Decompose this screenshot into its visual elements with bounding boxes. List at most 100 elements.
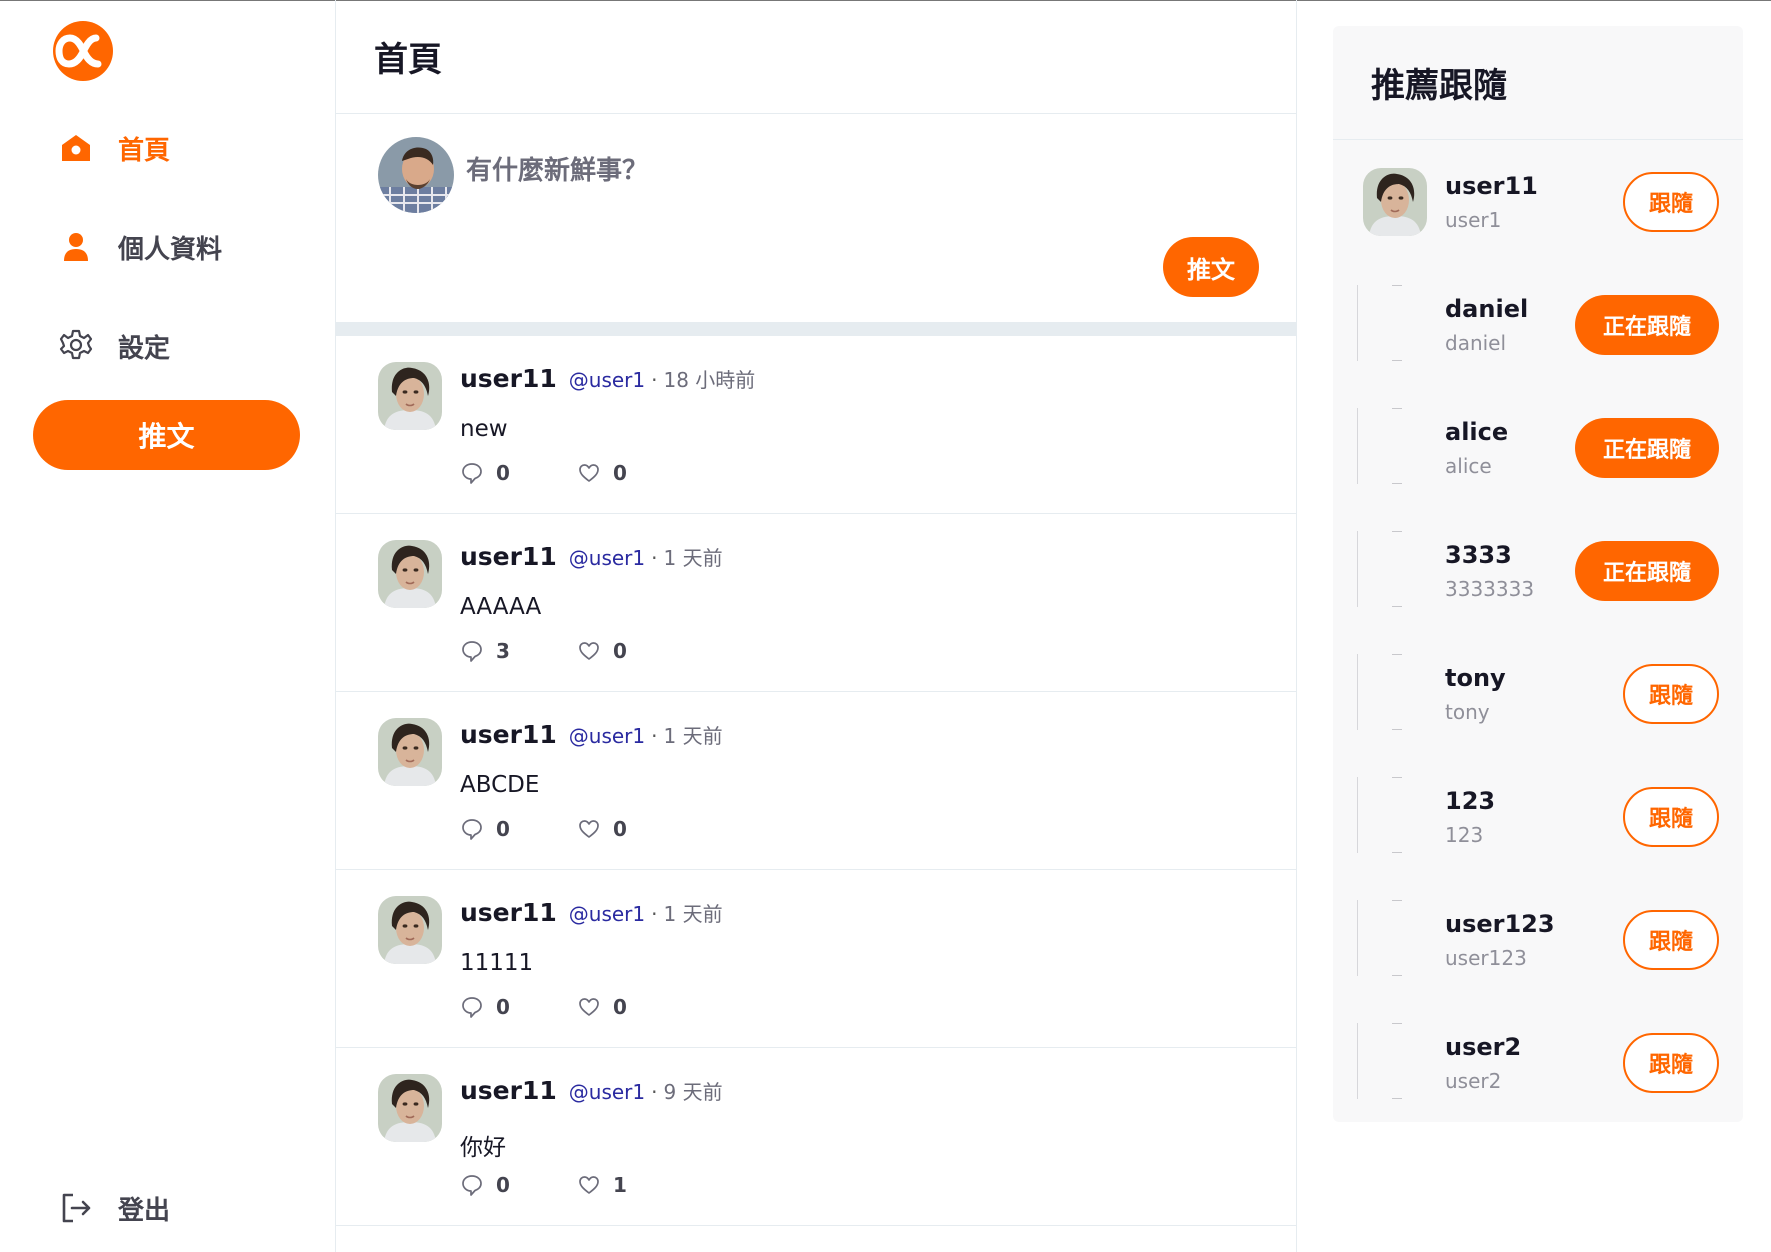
alpha-logo-icon[interactable] (50, 18, 116, 84)
avatar[interactable] (378, 137, 454, 213)
avatar[interactable] (378, 896, 442, 964)
reply-button[interactable]: 0 (460, 995, 577, 1019)
avatar-placeholder[interactable] (1357, 900, 1421, 976)
like-count: 0 (613, 639, 627, 663)
heart-icon (579, 1176, 599, 1194)
suggested-user-handle: user2 (1445, 1069, 1502, 1093)
separator-dot: · (651, 546, 658, 570)
comment-icon (462, 997, 482, 1018)
follow-button[interactable]: 跟隨 (1623, 664, 1719, 724)
reply-button[interactable]: 3 (460, 639, 577, 663)
follow-button[interactable]: 跟隨 (1623, 172, 1719, 232)
like-button[interactable]: 0 (577, 639, 694, 663)
like-count: 1 (613, 1173, 627, 1197)
tweet-author-handle[interactable]: @user1 (569, 902, 645, 926)
heart-icon (579, 464, 599, 482)
tweet-header: user11 @user1 · 1 天前 (460, 720, 723, 749)
tweet-author-name[interactable]: user11 (460, 542, 557, 571)
suggestions-title: 推薦跟隨 (1371, 66, 1507, 106)
tweet-author-handle[interactable]: @user1 (569, 368, 645, 392)
tweet-author-handle[interactable]: @user1 (569, 1080, 645, 1104)
suggested-user-name[interactable]: daniel (1445, 295, 1528, 323)
heart-icon (579, 998, 599, 1016)
sidebar-item-label: 個人資料 (118, 234, 223, 265)
reply-button[interactable]: 0 (460, 1173, 577, 1197)
suggested-user-handle: user1 (1445, 208, 1502, 232)
suggested-user-name[interactable]: tony (1445, 664, 1506, 692)
follow-button[interactable]: 跟隨 (1623, 910, 1719, 970)
tweet-list: user11 @user1 · 18 小時前 new 0 0 user11 @user1 · 1 天… (336, 336, 1296, 1226)
tweet-actions: 00 (460, 995, 694, 1019)
tweet-author-name[interactable]: user11 (460, 720, 557, 749)
tweet-actions: 01 (460, 1173, 694, 1197)
reply-count: 0 (496, 1173, 510, 1197)
comment-icon (462, 819, 482, 840)
following-button[interactable]: 正在跟隨 (1575, 295, 1719, 355)
suggested-user: alice alice 正在跟隨 (1333, 386, 1743, 509)
compose-tweet-button[interactable]: 推文 (1163, 237, 1259, 297)
sidebar-item-profile[interactable]: 個人資料 (56, 227, 222, 267)
tweet-timestamp: 1 天前 (663, 546, 723, 570)
tweet-author-handle[interactable]: @user1 (569, 724, 645, 748)
sidebar-item-home[interactable]: 首頁 (56, 128, 170, 168)
like-button[interactable]: 0 (577, 817, 694, 841)
tweet-author-handle[interactable]: @user1 (569, 546, 645, 570)
suggested-user-name[interactable]: 3333 (1445, 541, 1512, 569)
home-icon (56, 128, 96, 168)
avatar-placeholder[interactable] (1357, 654, 1421, 730)
suggested-user-name[interactable]: 123 (1445, 787, 1495, 815)
like-button[interactable]: 0 (577, 995, 694, 1019)
avatar[interactable] (378, 362, 442, 430)
tweet-button[interactable]: 推文 (33, 400, 300, 470)
tweet-text: AAAAA (460, 594, 542, 620)
tweet-item[interactable]: user11 @user1 · 1 天前 ABCDE 0 0 (336, 692, 1296, 870)
follow-button[interactable]: 跟隨 (1623, 787, 1719, 847)
like-button[interactable]: 0 (577, 461, 694, 485)
suggested-user-handle: 3333333 (1445, 577, 1535, 601)
reply-button[interactable]: 0 (460, 461, 577, 485)
like-button[interactable]: 1 (577, 1173, 694, 1197)
tweet-author-name[interactable]: user11 (460, 1076, 557, 1105)
avatar[interactable] (378, 718, 442, 786)
tweet-timestamp: 9 天前 (663, 1080, 723, 1104)
tweet-item[interactable]: user11 @user1 · 18 小時前 new 0 0 (336, 336, 1296, 514)
suggested-user-name[interactable]: user123 (1445, 910, 1555, 938)
suggested-user: user11 user1 跟隨 (1333, 140, 1743, 263)
like-count: 0 (613, 995, 627, 1019)
suggested-user-name[interactable]: user11 (1445, 172, 1538, 200)
sidebar-item-settings[interactable]: 設定 (56, 326, 170, 366)
tweet-header: user11 @user1 · 1 天前 (460, 542, 723, 571)
logout-button[interactable]: 登出 (56, 1188, 170, 1228)
sidebar: 首頁 個人資料 設定 推文 登出 (0, 0, 335, 1252)
avatar[interactable] (378, 1074, 442, 1142)
follow-button[interactable]: 跟隨 (1623, 1033, 1719, 1093)
avatar[interactable] (378, 540, 442, 608)
suggested-user: user123 user123 跟隨 (1333, 878, 1743, 1001)
comment-icon (462, 1175, 482, 1196)
avatar-placeholder[interactable] (1357, 531, 1421, 607)
following-button[interactable]: 正在跟隨 (1575, 418, 1719, 478)
suggestions-header: 推薦跟隨 (1333, 26, 1743, 140)
tweet-author-name[interactable]: user11 (460, 898, 557, 927)
tweet-header: user11 @user1 · 1 天前 (460, 898, 723, 927)
tweet-item[interactable]: user11 @user1 · 1 天前 AAAAA 3 0 (336, 514, 1296, 692)
tweet-item[interactable]: user11 @user1 · 9 天前 你好 0 1 (336, 1048, 1296, 1226)
reply-count: 0 (496, 461, 510, 485)
avatar-placeholder[interactable] (1357, 285, 1421, 361)
like-count: 0 (613, 461, 627, 485)
reply-button[interactable]: 0 (460, 817, 577, 841)
logout-icon (56, 1188, 96, 1228)
following-button[interactable]: 正在跟隨 (1575, 541, 1719, 601)
avatar-placeholder[interactable] (1357, 1023, 1421, 1099)
tweet-text: 11111 (460, 950, 534, 976)
avatar[interactable] (1363, 168, 1427, 236)
tweet-author-name[interactable]: user11 (460, 364, 557, 393)
tweet-item[interactable]: user11 @user1 · 1 天前 11111 0 0 (336, 870, 1296, 1048)
avatar-placeholder[interactable] (1357, 777, 1421, 853)
suggested-user-name[interactable]: alice (1445, 418, 1508, 446)
avatar-placeholder[interactable] (1357, 408, 1421, 484)
suggested-user-name[interactable]: user2 (1445, 1033, 1521, 1061)
sidebar-item-label: 設定 (118, 333, 171, 364)
compose-input[interactable] (466, 156, 1166, 186)
suggested-user: 123 123 跟隨 (1333, 755, 1743, 878)
